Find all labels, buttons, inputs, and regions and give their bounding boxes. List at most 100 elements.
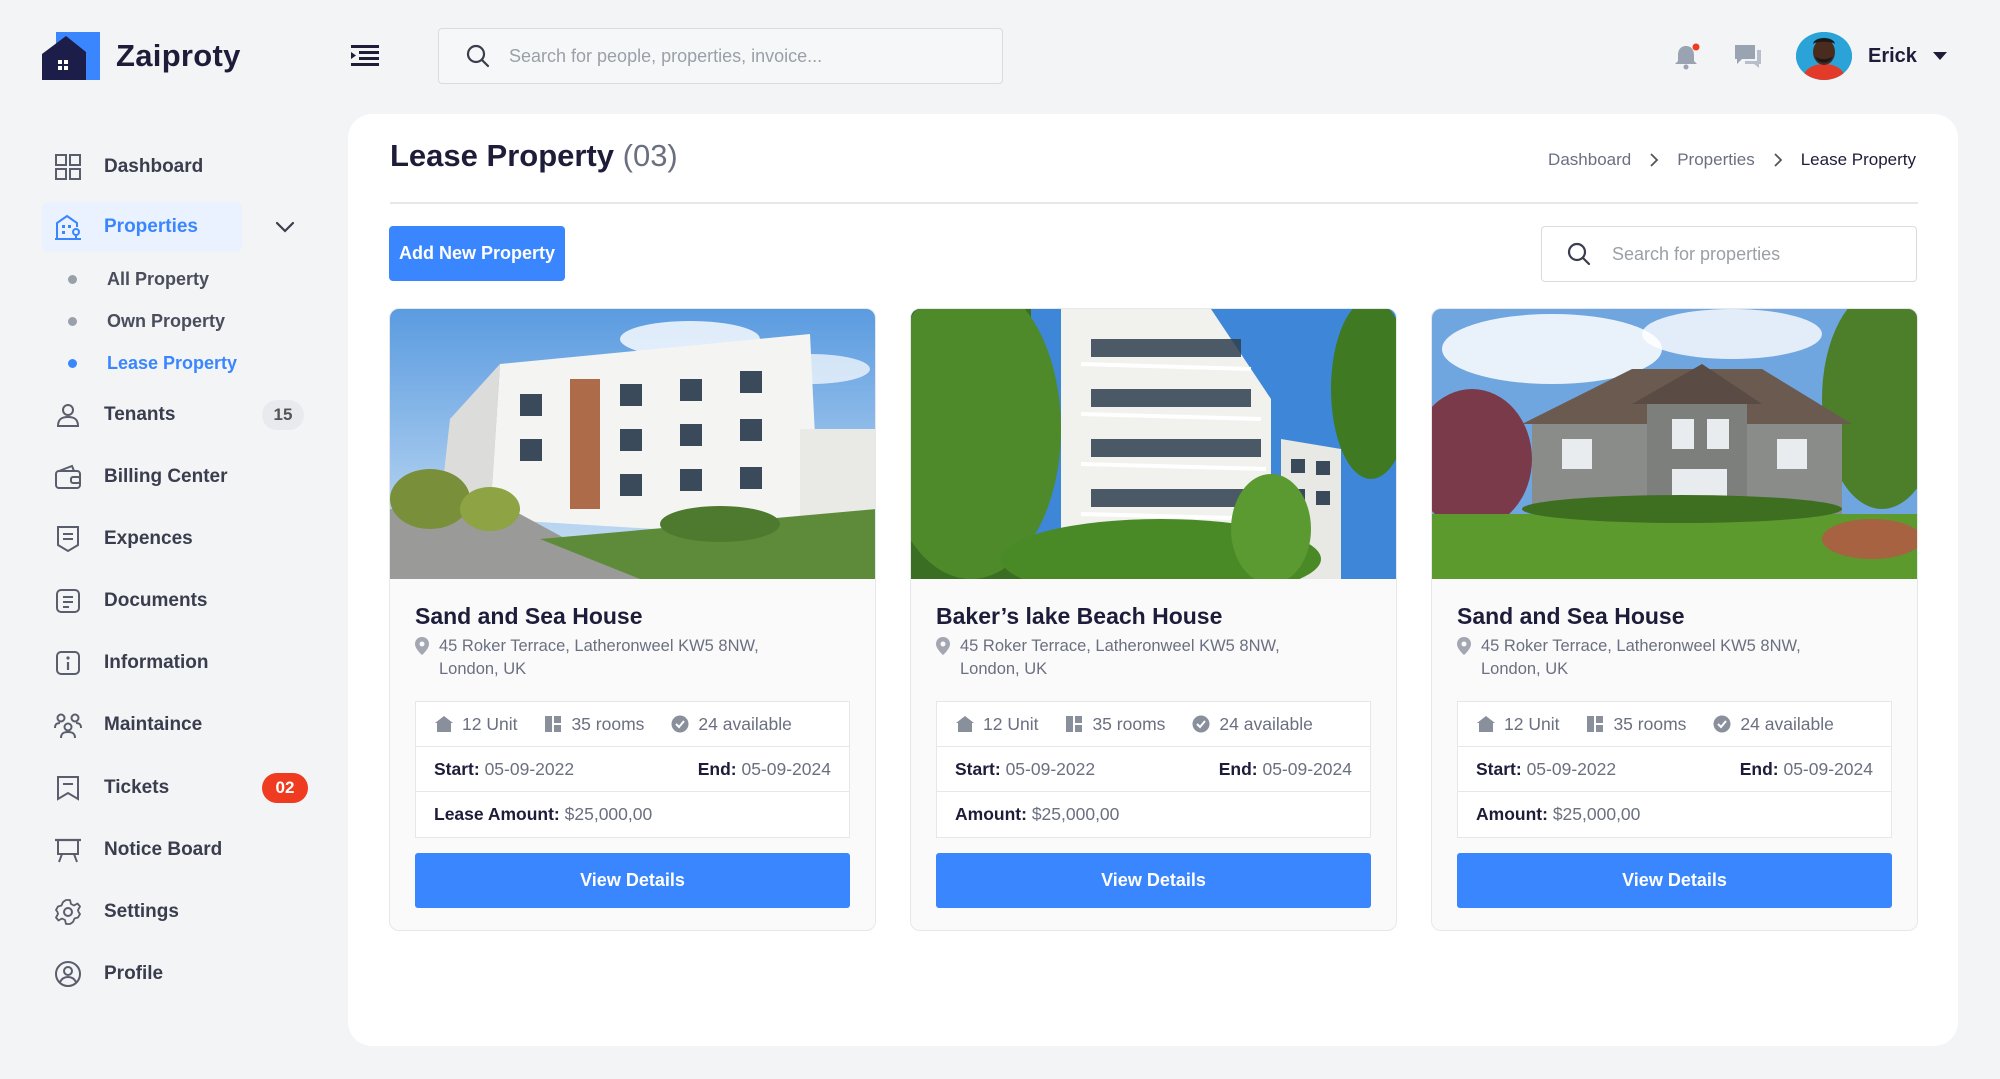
app-logo[interactable]: Zaiproty <box>42 32 241 80</box>
property-search[interactable] <box>1541 226 1917 282</box>
end-date: End: 05-09-2024 <box>697 758 831 779</box>
top-bar: Zaiproty Erick <box>0 0 2000 112</box>
sidebar-item-properties[interactable]: Properties <box>42 202 242 252</box>
search-icon <box>466 44 490 68</box>
breadcrumb: Dashboard Properties Lease Property <box>1548 150 1916 170</box>
bullet-dot <box>68 274 77 284</box>
unit-stat: 12 Unit <box>434 714 517 735</box>
available-count: 24 available <box>1740 713 1834 734</box>
messages-icon[interactable] <box>1733 42 1763 70</box>
profile-icon <box>55 961 81 987</box>
available-count: 24 available <box>698 713 792 734</box>
sidebar-item-label: Maintaince <box>104 714 203 735</box>
unit-count: 12 Unit <box>1504 713 1560 734</box>
rooms-stat: 35 rooms <box>1585 714 1686 735</box>
sidebar-subitem-all-property[interactable]: All Property <box>68 264 209 294</box>
view-details-button[interactable]: View Details <box>936 853 1371 908</box>
rooms-stat: 35 rooms <box>1064 714 1165 735</box>
info-icon <box>56 651 80 675</box>
sidebar-item-profile[interactable]: Profile <box>42 949 306 999</box>
check-circle-icon <box>671 715 689 733</box>
sidebar-subitem-label: All Property <box>107 268 210 289</box>
notification-bell-icon[interactable] <box>1672 42 1700 70</box>
building-icon <box>55 214 81 240</box>
end-date: End: 05-09-2024 <box>1739 758 1873 779</box>
sidebar-item-settings[interactable]: Settings <box>42 887 306 937</box>
document-icon <box>56 589 80 613</box>
sidebar-subitem-lease-property[interactable]: Lease Property <box>68 348 237 378</box>
sidebar-item-label: Profile <box>104 963 164 984</box>
sidebar-item-billing-center[interactable]: Billing Center <box>42 452 306 502</box>
amount-value: $25,000,00 <box>1552 804 1641 824</box>
view-details-button[interactable]: View Details <box>1457 853 1892 908</box>
sidebar-item-notice-board[interactable]: Notice Board <box>42 825 306 875</box>
available-stat: 24 available <box>1191 713 1313 735</box>
avatar <box>1796 32 1852 80</box>
header-divider <box>390 202 1918 204</box>
chevron-down-icon <box>1932 51 1947 60</box>
sidebar-item-label: Tenants <box>104 404 176 425</box>
tenants-count-badge: 15 <box>262 400 304 430</box>
property-search-input[interactable] <box>1612 243 1912 265</box>
sidebar-item-label: Dashboard <box>104 156 204 177</box>
property-photo <box>390 309 875 579</box>
home-icon <box>956 716 974 732</box>
location-pin-icon <box>1457 637 1471 655</box>
menu-toggle-icon[interactable] <box>351 44 379 68</box>
property-title: Sand and Sea House <box>415 603 643 629</box>
property-facts: 12 Unit 35 rooms 24 available Start: 05-… <box>1457 701 1892 838</box>
global-search-input[interactable] <box>509 45 969 67</box>
amount-label: Lease Amount: <box>434 804 560 824</box>
home-icon <box>435 716 453 732</box>
gear-icon <box>55 899 81 925</box>
sidebar-item-maintaince[interactable]: Maintaince <box>42 700 306 750</box>
lease-amount-row: Amount: $25,000,00 <box>937 792 1370 837</box>
unit-count: 12 Unit <box>462 713 518 734</box>
sidebar: Dashboard Properties All Property Own Pr… <box>0 112 330 1079</box>
chevron-right-icon <box>1650 153 1659 167</box>
lease-dates-row: Start: 05-09-2022 End: 05-09-2024 <box>416 747 849 792</box>
rooms-stat: 35 rooms <box>543 714 644 735</box>
sidebar-item-label: Tickets <box>104 777 170 798</box>
search-icon <box>1567 242 1591 266</box>
sidebar-subitem-own-property[interactable]: Own Property <box>68 306 225 336</box>
lease-amount-row: Amount: $25,000,00 <box>1458 792 1891 837</box>
location-pin-icon <box>415 637 429 655</box>
dashboard-grid-icon <box>55 154 81 180</box>
user-icon <box>56 404 80 427</box>
sidebar-subitem-label: Lease Property <box>107 352 238 373</box>
house-logo-icon <box>42 32 100 80</box>
property-title: Sand and Sea House <box>1457 603 1685 629</box>
property-address: 45 Roker Terrace, Latheronweel KW5 8NW, … <box>415 635 815 681</box>
address-text: 45 Roker Terrace, Latheronweel KW5 8NW, … <box>439 637 759 678</box>
sidebar-item-dashboard[interactable]: Dashboard <box>42 142 306 192</box>
view-details-button[interactable]: View Details <box>415 853 850 908</box>
unit-stat: 12 Unit <box>955 714 1038 735</box>
lease-dates-row: Start: 05-09-2022 End: 05-09-2024 <box>1458 747 1891 792</box>
breadcrumb-properties[interactable]: Properties <box>1677 150 1754 170</box>
breadcrumb-dashboard[interactable]: Dashboard <box>1548 150 1631 170</box>
rooms-count: 35 rooms <box>1613 713 1687 734</box>
property-stats-row: 12 Unit 35 rooms 24 available <box>1458 702 1891 747</box>
property-photo <box>911 309 1396 599</box>
rooms-icon <box>545 716 562 732</box>
sidebar-item-label: Expences <box>104 528 193 549</box>
amount-value: $25,000,00 <box>1031 804 1120 824</box>
end-date: End: 05-09-2024 <box>1218 758 1352 779</box>
sidebar-item-documents[interactable]: Documents <box>42 576 306 626</box>
add-new-property-button[interactable]: Add New Property <box>389 226 565 281</box>
property-stats-row: 12 Unit 35 rooms 24 available <box>937 702 1370 747</box>
unit-count: 12 Unit <box>983 713 1039 734</box>
property-address: 45 Roker Terrace, Latheronweel KW5 8NW, … <box>1457 635 1857 681</box>
page-title: Lease Property (03) <box>390 138 678 174</box>
available-count: 24 available <box>1219 713 1313 734</box>
sidebar-item-expences[interactable]: Expences <box>42 514 306 564</box>
global-search[interactable] <box>438 28 1003 84</box>
lease-amount-row: Lease Amount: $25,000,00 <box>416 792 849 837</box>
amount-value: $25,000,00 <box>564 804 653 824</box>
chevron-right-icon <box>1774 153 1782 167</box>
sidebar-item-information[interactable]: Information <box>42 638 306 688</box>
check-circle-icon <box>1192 715 1210 733</box>
chevron-down-icon[interactable] <box>274 218 296 236</box>
user-menu[interactable]: Erick <box>1796 32 1947 80</box>
